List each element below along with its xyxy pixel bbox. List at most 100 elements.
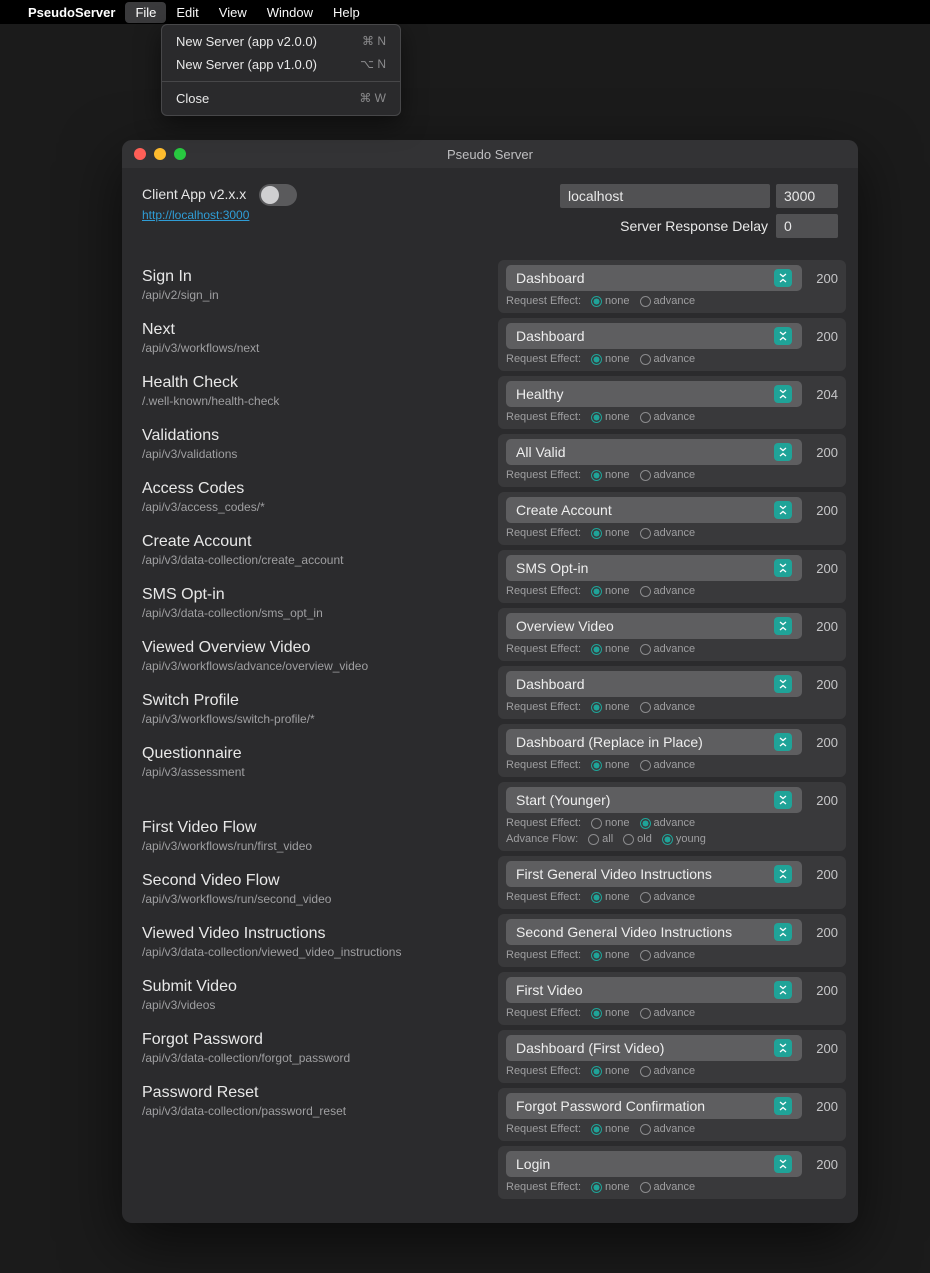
effect-radio-advance[interactable]: advance (640, 1181, 696, 1193)
route-item[interactable]: Submit Video/api/v3/videos (142, 978, 482, 1012)
effect-radio-none[interactable]: none (591, 1065, 629, 1077)
response-select[interactable]: Dashboard (506, 671, 802, 697)
effect-radio-advance[interactable]: advance (640, 1123, 696, 1135)
effect-radio-advance[interactable]: advance (640, 585, 696, 597)
response-select[interactable]: Dashboard (Replace in Place) (506, 729, 802, 755)
effect-radio-advance[interactable]: advance (640, 817, 696, 829)
effect-radio-advance[interactable]: advance (640, 643, 696, 655)
effect-radio-advance[interactable]: advance (640, 701, 696, 713)
route-item[interactable]: Health Check/.well-known/health-check (142, 374, 482, 408)
route-title: Password Reset (142, 1084, 482, 1102)
radio-icon (591, 1182, 602, 1193)
menubar-item-view[interactable]: View (209, 2, 257, 23)
menubar-item-help[interactable]: Help (323, 2, 370, 23)
menu-item-new-server-0[interactable]: New Server (app v2.0.0)⌘ N (162, 30, 400, 53)
effect-radio-none[interactable]: none (591, 585, 629, 597)
effect-radio-none[interactable]: none (591, 759, 629, 771)
menubar-item-window[interactable]: Window (257, 2, 323, 23)
effect-radio-none[interactable]: none (591, 527, 629, 539)
route-item[interactable]: Forgot Password/api/v3/data-collection/f… (142, 1031, 482, 1065)
response-select[interactable]: Dashboard (506, 323, 802, 349)
effect-radio-none[interactable]: none (591, 701, 629, 713)
effect-radio-advance[interactable]: advance (640, 1065, 696, 1077)
response-select[interactable]: Login (506, 1151, 802, 1177)
response-select[interactable]: First General Video Instructions (506, 861, 802, 887)
radio-label: none (605, 817, 629, 829)
flow-radio-old[interactable]: old (623, 833, 652, 845)
effect-radio-none[interactable]: none (591, 891, 629, 903)
effect-radio-none[interactable]: none (591, 469, 629, 481)
radio-label: advance (654, 891, 696, 903)
select-value: Overview Video (516, 618, 614, 634)
effect-radio-none[interactable]: none (591, 1181, 629, 1193)
effect-radio-advance[interactable]: advance (640, 949, 696, 961)
effect-radio-advance[interactable]: advance (640, 411, 696, 423)
flow-radio-young[interactable]: young (662, 833, 706, 845)
effect-radio-none[interactable]: none (591, 643, 629, 655)
response-select[interactable]: Overview Video (506, 613, 802, 639)
effect-radio-none[interactable]: none (591, 353, 629, 365)
route-item[interactable]: Second Video Flow/api/v3/workflows/run/s… (142, 872, 482, 906)
delay-input[interactable] (776, 214, 838, 238)
menu-item-shortcut: ⌥ N (360, 57, 386, 72)
route-item[interactable]: Validations/api/v3/validations (142, 427, 482, 461)
response-select[interactable]: First Video (506, 977, 802, 1003)
response-select[interactable]: Dashboard (First Video) (506, 1035, 802, 1061)
route-item[interactable]: Sign In/api/v2/sign_in (142, 268, 482, 302)
menu-item-close[interactable]: Close ⌘ W (162, 87, 400, 110)
effect-radio-none[interactable]: none (591, 949, 629, 961)
response-card: Healthy 204 Request Effect: none advance (498, 376, 846, 429)
route-item[interactable]: Access Codes/api/v3/access_codes/* (142, 480, 482, 514)
route-item[interactable]: Viewed Video Instructions/api/v3/data-co… (142, 925, 482, 959)
route-item[interactable]: Create Account/api/v3/data-collection/cr… (142, 533, 482, 567)
menu-item-new-server-1[interactable]: New Server (app v1.0.0)⌥ N (162, 53, 400, 76)
route-item[interactable]: Password Reset/api/v3/data-collection/pa… (142, 1084, 482, 1118)
port-input[interactable] (776, 184, 838, 208)
effect-radio-advance[interactable]: advance (640, 759, 696, 771)
route-item[interactable]: First Video Flow/api/v3/workflows/run/fi… (142, 819, 482, 853)
client-toggle[interactable] (259, 184, 297, 206)
effect-radio-advance[interactable]: advance (640, 1007, 696, 1019)
response-select[interactable]: Forgot Password Confirmation (506, 1093, 802, 1119)
flow-radio-all[interactable]: all (588, 833, 613, 845)
effect-radio-none[interactable]: none (591, 817, 629, 829)
route-item[interactable]: Next/api/v3/workflows/next (142, 321, 482, 355)
route-item[interactable]: Viewed Overview Video/api/v3/workflows/a… (142, 639, 482, 673)
route-item[interactable]: Switch Profile/api/v3/workflows/switch-p… (142, 692, 482, 726)
titlebar[interactable]: Pseudo Server (122, 140, 858, 168)
client-link[interactable]: http://localhost:3000 (142, 208, 249, 222)
route-item[interactable]: SMS Opt-in/api/v3/data-collection/sms_op… (142, 586, 482, 620)
select-value: Dashboard (516, 328, 585, 344)
menu-item-label: New Server (app v2.0.0) (176, 34, 317, 49)
response-select[interactable]: All Valid (506, 439, 802, 465)
response-select[interactable]: SMS Opt-in (506, 555, 802, 581)
route-item[interactable]: Questionnaire/api/v3/assessment (142, 745, 482, 779)
effect-radio-none[interactable]: none (591, 295, 629, 307)
effect-radio-advance[interactable]: advance (640, 891, 696, 903)
response-select[interactable]: Dashboard (506, 265, 802, 291)
effect-radio-advance[interactable]: advance (640, 527, 696, 539)
effect-radio-none[interactable]: none (591, 1123, 629, 1135)
request-effect-label: Request Effect: (506, 469, 581, 481)
radio-label: advance (654, 411, 696, 423)
radio-icon (640, 1124, 651, 1135)
radio-icon (591, 528, 602, 539)
effect-radio-advance[interactable]: advance (640, 353, 696, 365)
effect-radio-none[interactable]: none (591, 1007, 629, 1019)
menubar-item-file[interactable]: File (125, 2, 166, 23)
menubar-app-name[interactable]: PseudoServer (28, 5, 115, 20)
radio-icon (640, 528, 651, 539)
response-select[interactable]: Healthy (506, 381, 802, 407)
menubar-item-edit[interactable]: Edit (166, 2, 208, 23)
effect-radio-advance[interactable]: advance (640, 295, 696, 307)
radio-label: none (605, 759, 629, 771)
response-select[interactable]: Start (Younger) (506, 787, 802, 813)
effect-radio-none[interactable]: none (591, 411, 629, 423)
radio-icon (640, 1008, 651, 1019)
radio-label: none (605, 1007, 629, 1019)
host-input[interactable] (560, 184, 770, 208)
response-select[interactable]: Create Account (506, 497, 802, 523)
response-select[interactable]: Second General Video Instructions (506, 919, 802, 945)
request-effect-label: Request Effect: (506, 643, 581, 655)
effect-radio-advance[interactable]: advance (640, 469, 696, 481)
